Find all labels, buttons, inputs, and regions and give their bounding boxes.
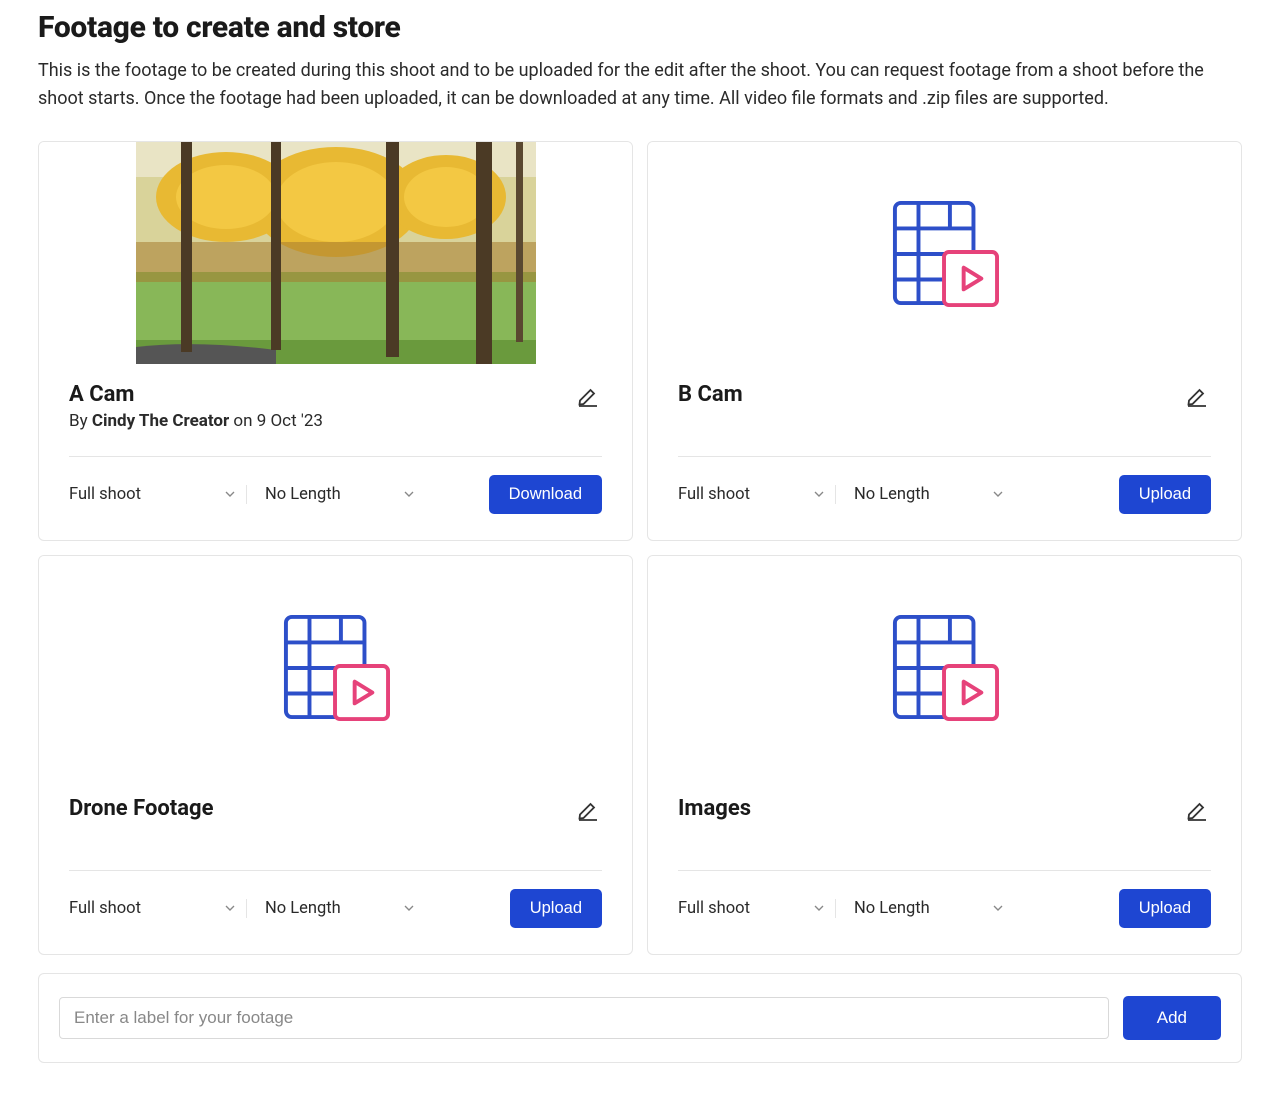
edit-button[interactable] <box>574 796 602 824</box>
chevron-down-icon <box>401 900 417 916</box>
card-byline: By Cindy The Creator on 9 Oct '23 <box>69 411 323 431</box>
length-select[interactable]: No Length <box>836 485 1014 504</box>
footage-card-b-cam: B Cam Full shoot No Length <box>647 141 1242 541</box>
edit-button[interactable] <box>1183 796 1211 824</box>
length-select[interactable]: No Length <box>247 899 425 918</box>
divider <box>69 456 602 457</box>
footage-card-images: Images Full shoot No Length <box>647 555 1242 955</box>
film-play-icon <box>891 613 999 721</box>
divider <box>678 456 1211 457</box>
film-play-icon <box>891 199 999 307</box>
edit-button[interactable] <box>574 382 602 410</box>
chevron-down-icon <box>811 486 827 502</box>
card-title: Images <box>678 796 751 821</box>
film-play-icon <box>282 613 390 721</box>
page-title: Footage to create and store <box>38 10 1242 45</box>
pencil-icon <box>1185 798 1209 822</box>
shoot-select[interactable]: Full shoot <box>69 485 247 504</box>
footage-grid: A Cam By Cindy The Creator on 9 Oct '23 … <box>38 141 1242 955</box>
upload-button[interactable]: Upload <box>510 889 602 928</box>
footage-placeholder <box>648 142 1241 364</box>
add-button[interactable]: Add <box>1123 996 1221 1040</box>
edit-button[interactable] <box>1183 382 1211 410</box>
card-title: B Cam <box>678 382 743 407</box>
chevron-down-icon <box>990 486 1006 502</box>
shoot-select[interactable]: Full shoot <box>69 899 247 918</box>
pencil-icon <box>1185 384 1209 408</box>
footage-label-input[interactable] <box>59 997 1109 1039</box>
shoot-select[interactable]: Full shoot <box>678 485 836 504</box>
footage-card-drone: Drone Footage Full shoot No Length <box>38 555 633 955</box>
length-select[interactable]: No Length <box>247 485 425 504</box>
footage-thumbnail <box>39 142 632 364</box>
footage-placeholder <box>648 556 1241 778</box>
divider <box>678 870 1211 871</box>
chevron-down-icon <box>401 486 417 502</box>
page-description: This is the footage to be created during… <box>38 57 1242 113</box>
chevron-down-icon <box>811 900 827 916</box>
pencil-icon <box>576 384 600 408</box>
add-footage-row: Add <box>38 973 1242 1063</box>
footage-card-a-cam: A Cam By Cindy The Creator on 9 Oct '23 … <box>38 141 633 541</box>
footage-placeholder <box>39 556 632 778</box>
divider <box>69 870 602 871</box>
chevron-down-icon <box>222 486 238 502</box>
download-button[interactable]: Download <box>489 475 602 514</box>
card-title: Drone Footage <box>69 796 213 821</box>
pencil-icon <box>576 798 600 822</box>
length-select[interactable]: No Length <box>836 899 1014 918</box>
chevron-down-icon <box>222 900 238 916</box>
chevron-down-icon <box>990 900 1006 916</box>
shoot-select[interactable]: Full shoot <box>678 899 836 918</box>
thumbnail-image <box>136 142 536 364</box>
upload-button[interactable]: Upload <box>1119 889 1211 928</box>
upload-button[interactable]: Upload <box>1119 475 1211 514</box>
card-title: A Cam <box>69 382 323 407</box>
